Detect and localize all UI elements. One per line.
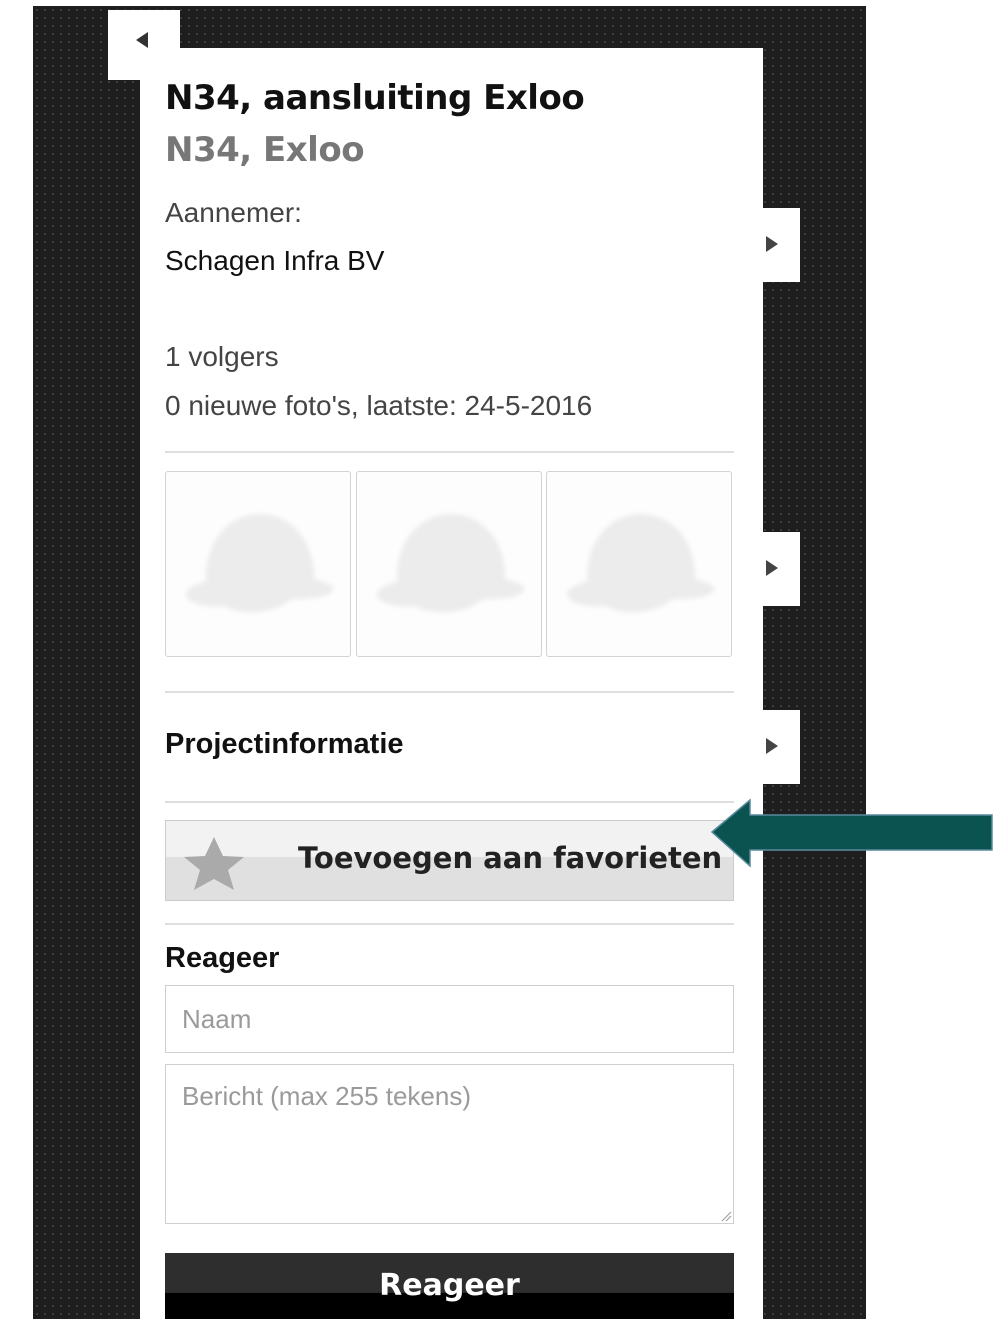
next-tab-contractor[interactable] bbox=[760, 208, 800, 282]
star-icon bbox=[184, 837, 244, 890]
divider bbox=[165, 923, 734, 925]
helmet-placeholder-icon bbox=[566, 514, 715, 613]
helmet-placeholder-icon bbox=[376, 514, 525, 613]
next-tab-photos[interactable] bbox=[760, 532, 800, 606]
photos-info: 0 nieuwe foto's, laatste: 24-5-2016 bbox=[165, 390, 593, 421]
project-info-link[interactable]: Projectinformatie bbox=[165, 728, 404, 761]
photo-thumbnail[interactable] bbox=[165, 471, 351, 657]
triangle-right-icon bbox=[766, 236, 778, 252]
photo-thumbnail[interactable] bbox=[356, 471, 542, 657]
photo-thumbnail[interactable] bbox=[546, 471, 732, 657]
followers-count: 1 volgers bbox=[165, 341, 279, 372]
resize-handle-icon[interactable] bbox=[720, 1210, 732, 1222]
triangle-right-icon bbox=[766, 560, 778, 576]
divider bbox=[165, 801, 734, 803]
add-to-favorites-button[interactable]: Toevoegen aan favorieten bbox=[165, 820, 734, 901]
message-textarea[interactable] bbox=[165, 1064, 734, 1224]
helmet-placeholder-icon bbox=[185, 514, 334, 613]
contractor-name: Schagen Infra BV bbox=[165, 245, 385, 276]
divider bbox=[165, 691, 734, 693]
triangle-right-icon bbox=[766, 738, 778, 754]
name-input[interactable] bbox=[165, 985, 734, 1053]
project-title: N34, aansluiting Exloo bbox=[165, 78, 585, 118]
contractor-label: Aannemer: bbox=[165, 197, 302, 228]
triangle-left-icon bbox=[136, 32, 148, 48]
annotation-arrow bbox=[710, 798, 993, 868]
next-tab-projectinfo[interactable] bbox=[760, 710, 800, 784]
project-location: N34, Exloo bbox=[165, 130, 365, 170]
divider bbox=[165, 451, 734, 453]
submit-comment-button[interactable]: Reageer bbox=[165, 1253, 734, 1319]
add-to-favorites-label: Toevoegen aan favorieten bbox=[298, 841, 723, 875]
comment-form-title: Reageer bbox=[165, 942, 280, 974]
